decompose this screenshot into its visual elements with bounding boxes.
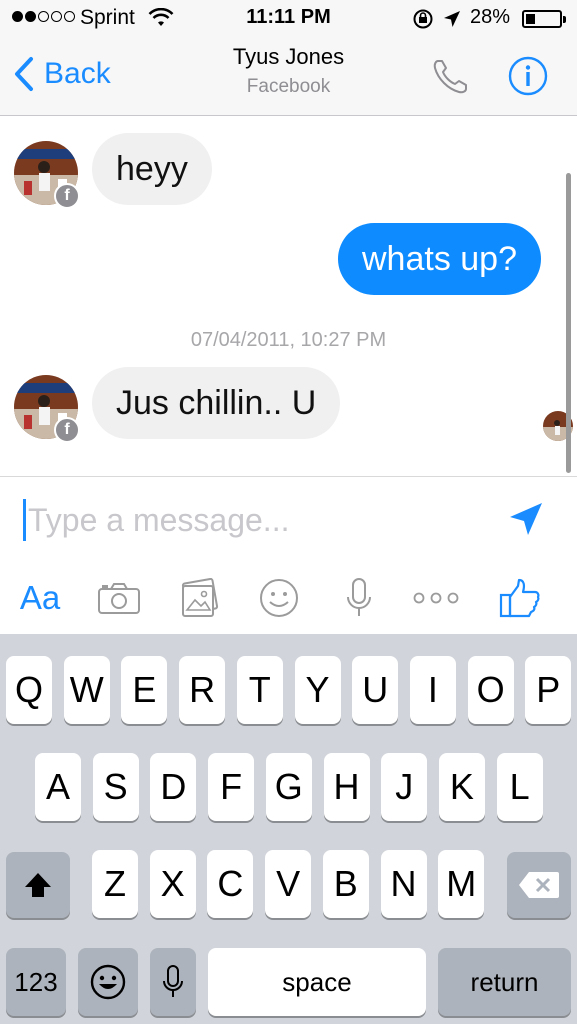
message-bubble-outgoing[interactable]: whats up? [338,223,541,295]
location-arrow-icon [442,9,462,35]
key-v[interactable]: V [265,850,312,918]
microphone-button[interactable] [336,573,382,623]
backspace-icon [519,872,559,898]
photos-button[interactable] [176,573,222,623]
message-thread[interactable]: f heyy whats up? 07/04/2011, 10:27 PM f … [0,117,577,475]
info-button[interactable] [507,55,549,97]
key-y[interactable]: Y [294,656,341,724]
microphone-icon [347,578,371,616]
key-s[interactable]: S [92,753,139,821]
conversation-title: Tyus Jones [232,44,345,69]
composer-toolbar: Aa [0,573,577,623]
key-c[interactable]: C [207,850,254,918]
send-button[interactable] [506,499,546,539]
message-input[interactable] [28,497,488,543]
emoji-icon [260,579,298,617]
facebook-badge-icon: f [54,183,80,209]
key-i[interactable]: I [409,656,456,724]
more-button[interactable] [408,573,464,623]
emoji-keyboard-key[interactable] [78,948,138,1016]
message-bubble-incoming[interactable]: Jus chillin.. U [92,367,341,439]
key-k[interactable]: K [438,753,485,821]
message-bubble-incoming[interactable]: heyy [92,133,212,205]
key-w[interactable]: W [63,656,110,724]
emoji-button[interactable] [256,573,302,623]
status-bar: Sprint 11:11 PM 28% [0,0,577,38]
dictation-key[interactable] [150,948,196,1016]
send-arrow-icon [510,503,542,535]
camera-button[interactable] [96,573,142,623]
key-o[interactable]: O [467,656,514,724]
microphone-icon [163,965,183,997]
rotation-lock-icon [412,8,434,36]
key-f[interactable]: F [208,753,255,821]
battery-icon [522,10,566,28]
key-l[interactable]: L [496,753,543,821]
key-h[interactable]: H [323,753,370,821]
scrollbar[interactable] [566,173,571,473]
photos-icon [181,578,219,617]
info-icon [508,56,548,96]
facebook-badge-icon: f [54,417,80,443]
key-x[interactable]: X [149,850,196,918]
shift-key[interactable] [6,852,70,918]
emoji-icon [90,964,126,1000]
key-n[interactable]: N [380,850,427,918]
space-key[interactable]: space [208,948,426,1016]
key-a[interactable]: A [35,753,81,821]
numbers-key[interactable]: 123 [6,948,66,1016]
key-t[interactable]: T [236,656,283,724]
key-z[interactable]: Z [92,850,138,918]
message-composer: Aa [0,476,577,634]
message-timestamp: 07/04/2011, 10:27 PM [190,329,387,351]
like-button[interactable] [496,573,544,623]
key-q[interactable]: Q [6,656,52,724]
phone-icon [433,60,467,94]
key-p[interactable]: P [525,656,572,724]
shift-arrow-icon [25,873,51,897]
text-style-button[interactable]: Aa [14,573,66,623]
key-g[interactable]: G [265,753,312,821]
camera-icon [98,583,140,614]
key-d[interactable]: D [150,753,197,821]
text-cursor [23,499,26,541]
key-j[interactable]: J [381,753,428,821]
conversation-subtitle: Facebook [246,76,331,97]
keyboard: QWERTYUIOP ASDFGHJKL ZXCVBNM 123 space r… [0,634,577,1024]
key-m[interactable]: M [438,850,485,918]
key-e[interactable]: E [121,656,168,724]
key-r[interactable]: R [179,656,226,724]
battery-percentage: 28% [470,6,511,28]
return-key[interactable]: return [438,948,571,1016]
call-button[interactable] [430,55,472,97]
battery-fill [526,14,535,24]
key-b[interactable]: B [322,850,369,918]
key-u[interactable]: U [352,656,399,724]
navigation-bar: Sprint 11:11 PM 28% Back Tyus Jones Face… [0,0,577,116]
more-icon [413,592,459,604]
like-icon [499,578,540,618]
battery-terminal [563,16,566,23]
delete-key[interactable] [507,852,571,918]
